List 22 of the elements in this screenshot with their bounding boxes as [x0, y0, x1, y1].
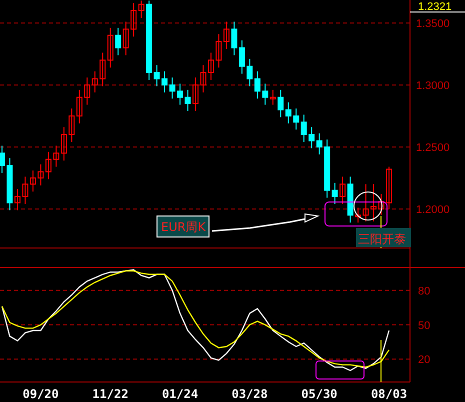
date-label: 08/03 — [370, 387, 408, 401]
callout-label: EUR周K — [156, 216, 210, 238]
candle — [386, 166, 392, 210]
date-label: 01/24 — [162, 387, 198, 401]
axis-label: 1.3500 — [416, 18, 450, 30]
axis-label: 1.2000 — [416, 204, 450, 216]
last-price: 1.2321 — [418, 1, 452, 13]
axis-label: 80 — [418, 285, 430, 298]
date-label: 05/30 — [301, 387, 338, 401]
axis-label: 1.3000 — [416, 80, 450, 92]
axis-label: 20 — [418, 354, 430, 366]
date-label: 03/28 — [232, 387, 268, 401]
date-label: 11/22 — [92, 387, 128, 401]
candle — [0, 145, 5, 174]
date-label: 09/20 — [22, 387, 59, 401]
cursor-line — [380, 340, 382, 382]
highlight-circle — [354, 192, 382, 220]
axis-label: 1.2500 — [416, 142, 450, 154]
candle — [192, 77, 198, 112]
highlight-rectangle — [316, 360, 364, 380]
highlight-rectangle — [324, 202, 388, 226]
axis-label: 50 — [418, 320, 430, 332]
